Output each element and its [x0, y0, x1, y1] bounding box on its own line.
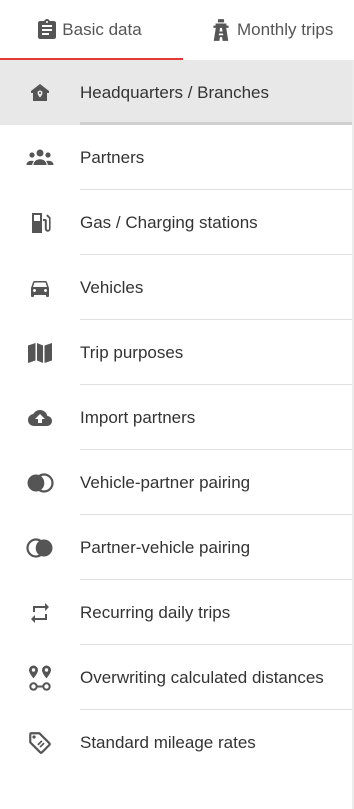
- route-icon: [24, 662, 56, 694]
- menu-item-partners[interactable]: Partners: [0, 125, 354, 190]
- tab-monthly-trips[interactable]: Monthly trips: [183, 0, 354, 60]
- pairing-icon: [24, 467, 56, 499]
- tab-basic-data[interactable]: Basic data: [0, 0, 183, 60]
- menu-item-label: Partner-vehicle pairing: [80, 537, 251, 557]
- menu-item-headquarters-branches[interactable]: Headquarters / Branches: [0, 60, 354, 125]
- menu-item-trip-purposes[interactable]: Trip purposes: [0, 320, 354, 385]
- menu-item-label: Gas / Charging stations: [80, 212, 258, 232]
- menu-item-label: Trip purposes: [80, 342, 184, 362]
- map-book-icon: [24, 337, 56, 369]
- menu-item-partner-vehicle-pairing[interactable]: Partner-vehicle pairing: [0, 515, 354, 580]
- menu-item-label: Overwriting calculated distances: [80, 667, 324, 687]
- menu-item-label: Vehicle-partner pairing: [80, 472, 251, 492]
- menu-item-vehicles[interactable]: Vehicles: [0, 255, 354, 320]
- pairing-reverse-icon: [24, 532, 56, 564]
- menu-item-label: Vehicles: [80, 277, 144, 297]
- menu-item-label: Standard mileage rates: [80, 732, 256, 752]
- cloud-upload-icon: [24, 402, 56, 434]
- menu-item-import-partners[interactable]: Import partners: [0, 385, 354, 450]
- tab-bar: Basic data Monthly trips: [0, 0, 354, 61]
- menu-item-label: Import partners: [80, 407, 196, 427]
- gas-station-icon: [24, 207, 56, 239]
- menu-item-standard-mileage-rates[interactable]: Standard mileage rates: [0, 710, 354, 775]
- tab-label: Basic data: [62, 20, 142, 39]
- menu-item-label: Headquarters / Branches: [80, 82, 269, 102]
- car-icon: [24, 272, 56, 304]
- clipboard-icon: [35, 18, 59, 42]
- menu-item-label: Recurring daily trips: [80, 602, 231, 622]
- people-icon: [24, 142, 56, 174]
- basic-data-menu: Headquarters / Branches Partners Gas / C…: [0, 60, 354, 775]
- tab-label: Monthly trips: [237, 20, 334, 39]
- highway-icon: [208, 17, 234, 43]
- home-pin-icon: [24, 77, 56, 109]
- menu-item-gas-charging-stations[interactable]: Gas / Charging stations: [0, 190, 354, 255]
- tag-icon: [24, 727, 56, 759]
- menu-item-recurring-daily-trips[interactable]: Recurring daily trips: [0, 580, 354, 645]
- repeat-icon: [24, 597, 56, 629]
- menu-item-overwriting-calculated-distances[interactable]: Overwriting calculated distances: [0, 645, 354, 710]
- menu-item-vehicle-partner-pairing[interactable]: Vehicle-partner pairing: [0, 450, 354, 515]
- menu-item-label: Partners: [80, 147, 145, 167]
